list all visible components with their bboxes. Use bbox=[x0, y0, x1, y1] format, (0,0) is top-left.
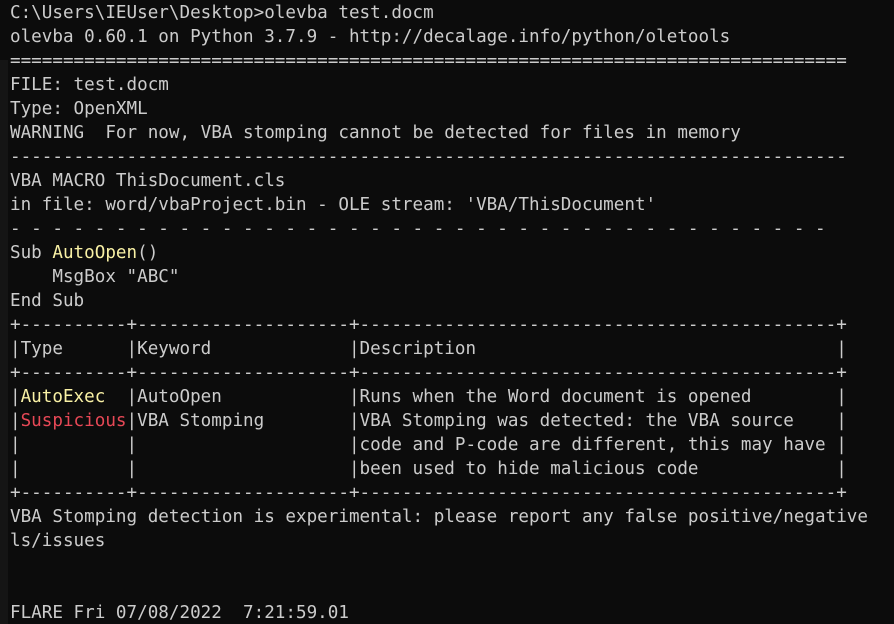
terminal-text: |AutoOpen |Runs when the Word document i… bbox=[105, 387, 847, 407]
terminal-text: olevba 0.60.1 on Python 3.7.9 - http://d… bbox=[10, 27, 731, 47]
terminal-line: FLARE Fri 07/08/2022 7:21:59.01 bbox=[10, 601, 868, 624]
terminal-line: ls/issues bbox=[10, 529, 868, 553]
terminal-line: | | |been used to hide malicious code | bbox=[10, 457, 868, 481]
terminal-text: ls/issues bbox=[10, 531, 106, 551]
terminal-line: olevba 0.60.1 on Python 3.7.9 - http://d… bbox=[10, 25, 868, 49]
terminal-line: +----------+--------------------+-------… bbox=[10, 313, 868, 337]
terminal-text: Type: OpenXML bbox=[10, 99, 148, 119]
terminal-line: VBA Stomping detection is experimental: … bbox=[10, 505, 868, 529]
terminal-text: WARNING For now, VBA stomping cannot be … bbox=[10, 123, 741, 143]
terminal-line: ========================================… bbox=[10, 49, 868, 73]
terminal-line: |Type |Keyword |Description | bbox=[10, 337, 868, 361]
terminal-line: +----------+--------------------+-------… bbox=[10, 361, 868, 385]
terminal-text: Suspicious bbox=[20, 411, 127, 431]
terminal-text: in file: word/vbaProject.bin - OLE strea… bbox=[10, 195, 657, 215]
terminal-text: FLARE Fri 07/08/2022 7:21:59.01 bbox=[10, 603, 349, 623]
terminal-output: C:\Users\IEUser\Desktop>olevba test.docm… bbox=[10, 1, 868, 624]
terminal-text: AutoOpen bbox=[52, 243, 138, 263]
terminal-text: ----------------------------------------… bbox=[10, 147, 847, 167]
terminal-text: End Sub bbox=[10, 291, 85, 311]
terminal-line: WARNING For now, VBA stomping cannot be … bbox=[10, 121, 868, 145]
terminal-line: +----------+--------------------+-------… bbox=[10, 481, 868, 505]
terminal-line: in file: word/vbaProject.bin - OLE strea… bbox=[10, 193, 868, 217]
background-window-edge bbox=[0, 60, 8, 624]
terminal-text: VBA Stomping detection is experimental: … bbox=[10, 507, 868, 527]
terminal-text: VBA MACRO ThisDocument.cls bbox=[10, 171, 286, 191]
terminal-line: FILE: test.docm bbox=[10, 73, 868, 97]
terminal-text: | | |been used to hide malicious code | bbox=[10, 459, 847, 479]
terminal-line: End Sub bbox=[10, 289, 868, 313]
terminal-text: +----------+--------------------+-------… bbox=[10, 363, 847, 383]
terminal-text: ========================================… bbox=[10, 51, 847, 71]
terminal-text: | bbox=[10, 411, 21, 431]
terminal-text: | | |code and P-code are different, this… bbox=[10, 435, 847, 455]
terminal-text: AutoExec bbox=[20, 387, 106, 407]
terminal-text: |Type |Keyword |Description | bbox=[10, 339, 847, 359]
terminal-window[interactable]: C:\Users\IEUser\Desktop>olevba test.docm… bbox=[0, 0, 894, 624]
terminal-line: |Suspicious|VBA Stomping |VBA Stomping w… bbox=[10, 409, 868, 433]
terminal-text: C:\Users\IEUser\Desktop>olevba test.docm bbox=[10, 3, 434, 23]
terminal-line: C:\Users\IEUser\Desktop>olevba test.docm bbox=[10, 1, 868, 25]
terminal-text: - - - - - - - - - - - - - - - - - - - - … bbox=[10, 219, 826, 239]
terminal-line: ----------------------------------------… bbox=[10, 145, 868, 169]
terminal-text: +----------+--------------------+-------… bbox=[10, 483, 847, 503]
terminal-text: +----------+--------------------+-------… bbox=[10, 315, 847, 335]
terminal-text: | bbox=[10, 387, 21, 407]
terminal-text: FILE: test.docm bbox=[10, 75, 169, 95]
terminal-line: Sub AutoOpen() bbox=[10, 241, 868, 265]
terminal-line: |AutoExec |AutoOpen |Runs when the Word … bbox=[10, 385, 868, 409]
terminal-line: Type: OpenXML bbox=[10, 97, 868, 121]
terminal-text: MsgBox "ABC" bbox=[10, 267, 180, 287]
terminal-line: VBA MACRO ThisDocument.cls bbox=[10, 169, 868, 193]
terminal-text: |VBA Stomping |VBA Stomping was detected… bbox=[126, 411, 847, 431]
terminal-line: | | |code and P-code are different, this… bbox=[10, 433, 868, 457]
terminal-text: () bbox=[137, 243, 159, 263]
terminal-line: - - - - - - - - - - - - - - - - - - - - … bbox=[10, 217, 868, 241]
terminal-line: MsgBox "ABC" bbox=[10, 265, 868, 289]
terminal-text: Sub bbox=[10, 243, 53, 263]
